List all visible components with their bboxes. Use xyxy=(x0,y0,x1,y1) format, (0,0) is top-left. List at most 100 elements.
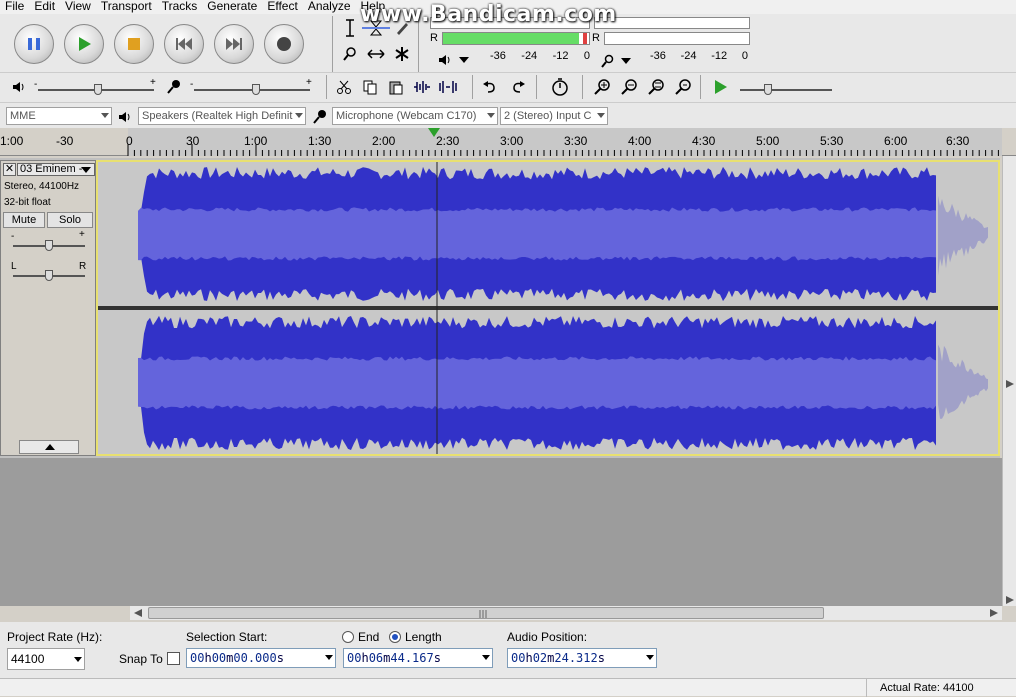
host-select[interactable]: MME xyxy=(6,107,112,125)
output-volume-thumb[interactable] xyxy=(94,84,102,95)
menu-tracks[interactable]: Tracks xyxy=(157,0,203,14)
solo-button[interactable]: Solo xyxy=(47,212,93,228)
redo-icon xyxy=(513,81,525,93)
gain-thumb[interactable] xyxy=(45,240,53,251)
record-meter[interactable] xyxy=(604,32,750,45)
zoom-tool-button[interactable] xyxy=(338,42,362,66)
ruler-label: 30 xyxy=(186,134,200,148)
skip-start-icon xyxy=(176,38,192,50)
speaker-icon xyxy=(13,82,24,92)
menu-generate[interactable]: Generate xyxy=(202,0,262,14)
ruler-label: -30 xyxy=(56,134,74,148)
project-rate-select[interactable]: 44100 xyxy=(7,648,85,670)
playback-meter-menu[interactable] xyxy=(438,54,470,66)
audio-position-field[interactable]: 00h02m24.312s xyxy=(507,648,657,668)
time-unit: s xyxy=(433,651,441,665)
chevron-down-icon[interactable] xyxy=(646,655,654,660)
vertical-scrollbar[interactable] xyxy=(1002,156,1016,606)
chevron-down-icon[interactable] xyxy=(325,655,333,660)
horizontal-scrollbar[interactable] xyxy=(130,606,1002,620)
empty-track-area[interactable] xyxy=(0,458,1002,606)
menu-transport[interactable]: Transport xyxy=(96,0,157,14)
ruler-label: 3:30 xyxy=(564,134,588,148)
zoom-in-button[interactable] xyxy=(590,75,614,99)
playback-speed-thumb[interactable] xyxy=(764,84,772,95)
record-button[interactable] xyxy=(264,24,304,64)
mute-button[interactable]: Mute xyxy=(3,212,45,228)
play-at-speed-button[interactable] xyxy=(708,75,732,99)
silence-button[interactable] xyxy=(436,75,460,99)
channels-select[interactable]: 2 (Stereo) Input C xyxy=(500,107,608,125)
ruler-label: 3:00 xyxy=(500,134,524,148)
input-device-select[interactable]: Microphone (Webcam C170) xyxy=(332,107,498,125)
time-digits: 00 xyxy=(347,651,362,665)
trim-button[interactable] xyxy=(410,75,434,99)
grip-icon xyxy=(479,610,487,618)
meter-tick-label: -36 xyxy=(490,50,506,62)
waveform[interactable] xyxy=(98,162,998,454)
skip-end-button[interactable] xyxy=(214,24,254,64)
undo-button[interactable] xyxy=(478,75,502,99)
time-unit: s xyxy=(597,651,605,665)
output-device-select[interactable]: Speakers (Realtek High Definit xyxy=(138,107,306,125)
paste-button[interactable] xyxy=(384,75,408,99)
time-digits: 02 xyxy=(532,651,548,665)
menu-effect[interactable]: Effect xyxy=(262,0,302,14)
zoom-fit-project-icon xyxy=(675,79,691,95)
i-beam-icon xyxy=(346,19,354,37)
meter-tick-label: -36 xyxy=(650,50,666,62)
input-volume-thumb[interactable] xyxy=(252,84,260,95)
multi-tool-button[interactable] xyxy=(390,42,414,66)
menu-edit[interactable]: Edit xyxy=(29,0,60,14)
scroll-right-icon[interactable] xyxy=(990,609,998,617)
menu-file[interactable]: File xyxy=(0,0,29,14)
close-track-button[interactable]: ✕ xyxy=(3,163,16,176)
chevron-down-icon[interactable] xyxy=(482,655,490,660)
stop-icon xyxy=(128,38,140,50)
stop-button[interactable] xyxy=(114,24,154,64)
end-radio[interactable] xyxy=(342,631,354,643)
selection-start-field[interactable]: 00h00m00.000s xyxy=(186,648,336,668)
pan-right-label: R xyxy=(79,261,87,272)
snap-to-checkbox[interactable] xyxy=(167,652,180,665)
scroll-right-icon[interactable] xyxy=(1006,596,1014,604)
time-unit: h xyxy=(361,651,369,665)
cut-button[interactable] xyxy=(332,75,356,99)
pause-button[interactable] xyxy=(14,24,54,64)
fit-project-button[interactable] xyxy=(671,75,695,99)
selection-tool-button[interactable] xyxy=(338,16,362,40)
track-waveform-container[interactable] xyxy=(96,160,1000,456)
collapse-track-button[interactable] xyxy=(19,440,79,454)
length-radio[interactable] xyxy=(389,631,401,643)
chevron-down-icon xyxy=(295,113,303,118)
divider xyxy=(332,16,333,72)
skip-start-button[interactable] xyxy=(164,24,204,64)
timeshift-tool-button[interactable] xyxy=(364,42,388,66)
scroll-thumb[interactable] xyxy=(148,607,824,619)
selection-length-field[interactable]: 00h06m44.167s xyxy=(343,648,493,668)
fit-selection-button[interactable] xyxy=(644,75,668,99)
divider xyxy=(582,75,583,99)
record-meter-menu[interactable] xyxy=(600,54,632,68)
sync-lock-button[interactable] xyxy=(548,75,572,99)
menu-view[interactable]: View xyxy=(60,0,96,14)
ruler-label: 4:30 xyxy=(692,134,716,148)
copy-button[interactable] xyxy=(358,75,382,99)
timeline-ruler[interactable]: 1:00 -30 0 30 1:00 1:30 2:00 2:30 3:00 3:30 4:00 4:… xyxy=(0,128,1016,156)
input-device-value: Microphone (Webcam C170) xyxy=(336,110,477,122)
play-button[interactable] xyxy=(64,24,104,64)
end-label: End xyxy=(358,630,380,644)
zoom-out-button[interactable] xyxy=(617,75,641,99)
scroll-left-icon[interactable] xyxy=(134,609,142,617)
track-name: 03 Eminem - xyxy=(20,163,83,175)
playback-speed-slider[interactable] xyxy=(740,89,832,91)
menu-analyze[interactable]: Analyze xyxy=(303,0,356,14)
play-head-icon[interactable] xyxy=(428,128,440,138)
scroll-right-icon[interactable] xyxy=(1006,380,1014,388)
magnifier-icon xyxy=(343,47,356,61)
redo-button[interactable] xyxy=(506,75,530,99)
playback-meter[interactable] xyxy=(442,32,590,45)
pan-thumb[interactable] xyxy=(45,270,53,281)
microphone-icon xyxy=(601,54,614,68)
ruler-label: 4:00 xyxy=(628,134,652,148)
